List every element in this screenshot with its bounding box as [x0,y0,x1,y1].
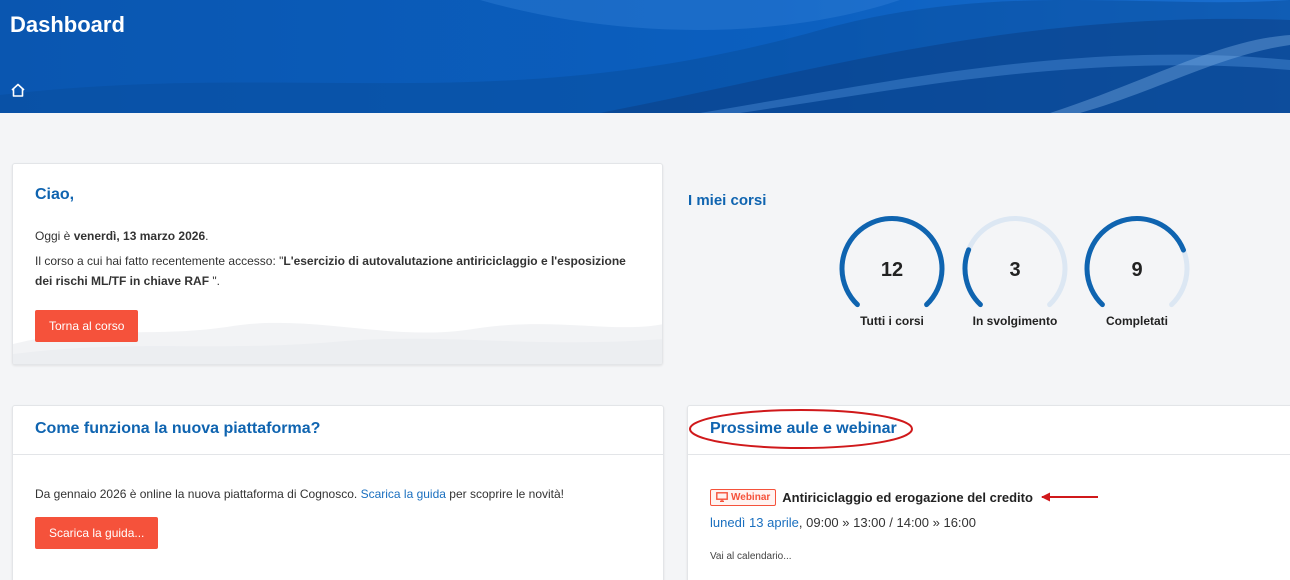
last-course-line: Il corso a cui hai fatto recentemente ac… [35,251,645,291]
gauge-value: 9 [1131,259,1143,281]
gauge-value: 3 [1009,259,1021,281]
highlight-ellipse [689,409,913,449]
last-course-prefix: Il corso a cui hai fatto recentemente ac… [35,254,284,268]
webinar-event[interactable]: Webinar Antiriciclaggio ed erogazione del… [710,489,1033,507]
gauge-all-courses[interactable]: 12 Tutti i corsi [837,213,947,333]
back-to-course-button[interactable]: Torna al corso [35,310,139,342]
greeting-heading: Ciao, [35,186,75,203]
calendar-link[interactable]: Vai al calendario... [710,551,792,562]
header-banner: Dashboard [0,0,1290,113]
gauge-completed[interactable]: 9 Completati [1082,213,1192,333]
today-line: Oggi è venerdì, 13 marzo 2026. [35,229,208,243]
annotation-arrow-icon [1041,492,1098,502]
gauge-label: In svolgimento [972,314,1058,328]
last-course-suffix: ". [209,274,220,288]
gauge-value: 12 [880,259,904,281]
guide-heading: Come funziona la nuova piattaforma? [35,420,321,437]
my-courses-heading: I miei corsi [688,192,767,209]
page-title: Dashboard [10,12,125,37]
webinar-when: lunedì 13 aprile, 09:00 » 13:00 / 14:00 … [710,515,976,530]
guide-text-prefix: Da gennaio 2026 è online la nuova piatta… [35,487,361,501]
webinar-date-link[interactable]: lunedì 13 aprile [710,515,799,530]
guide-text-suffix: per scoprire le novità! [445,487,565,501]
home-icon[interactable] [9,81,27,99]
monitor-icon [716,492,728,503]
webinar-time: , 09:00 » 13:00 / 14:00 » 16:00 [798,515,976,530]
gauge-label: Tutti i corsi [860,314,924,328]
today-suffix: . [205,229,209,243]
webinar-badge: Webinar [710,489,777,507]
banner-background [0,0,1290,113]
card-header: Come funziona la nuova piattaforma? [13,406,663,455]
platform-guide-card: Come funziona la nuova piattaforma? Da g… [12,405,664,580]
webinar-event-title[interactable]: Antiriciclaggio ed erogazione del credit… [782,490,1033,505]
gauge-label: Completati [1105,314,1168,328]
download-guide-button[interactable]: Scarica la guida... [35,517,159,549]
today-prefix: Oggi è [35,229,74,243]
gauge-in-progress[interactable]: 3 In svolgimento [960,213,1070,333]
today-date: venerdì, 13 marzo 2026 [73,229,206,243]
upcoming-webinars-card: Prossime aule e webinar Webinar Antiricic… [687,405,1290,580]
download-guide-link[interactable]: Scarica la guida [361,487,446,501]
badge-label: Webinar [731,492,771,504]
welcome-card: Ciao, Oggi è venerdì, 13 marzo 2026. Il … [12,163,663,365]
guide-text: Da gennaio 2026 è online la nuova piatta… [35,487,564,501]
